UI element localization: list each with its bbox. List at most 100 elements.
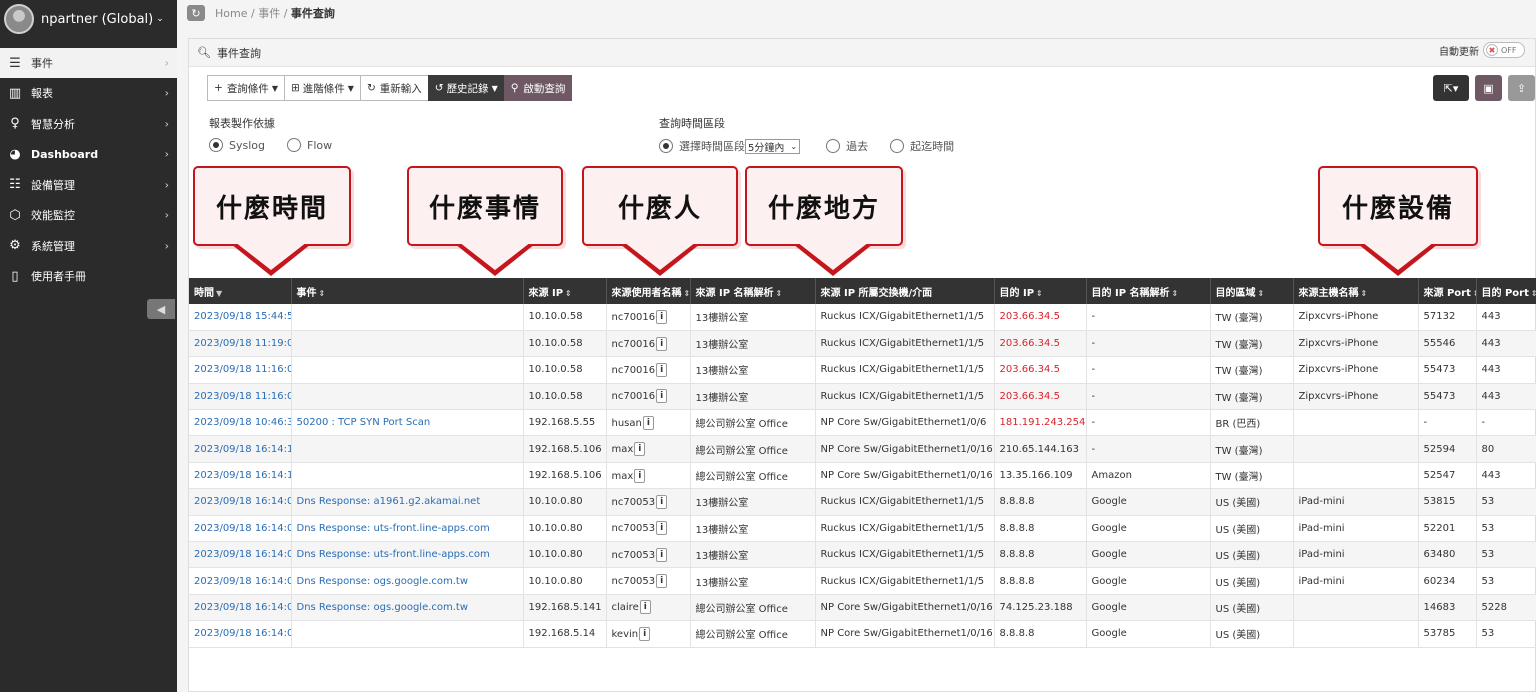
upload-button[interactable]: ⇪ [1508, 75, 1535, 101]
sort-icon[interactable]: ⇕ [776, 289, 783, 298]
table-row[interactable]: 2023/09/18 16:14:09 Dns Response: ogs.goo… [189, 594, 1536, 622]
table-row[interactable]: 2023/09/18 15:44:50 10.10.0.58 nc70016 i 13樓… [189, 304, 1536, 331]
sort-icon[interactable]: ⇕ [1258, 289, 1265, 298]
cell-event[interactable]: Dns Response: uts-front.line-apps.com [291, 541, 524, 569]
reset-button[interactable]: ↻ 重新輸入 [359, 75, 429, 101]
sidebar-item-reports[interactable]: ▥ 報表 › [0, 78, 177, 109]
table-row[interactable]: 2023/09/18 16:14:10 192.168.5.106 max i 總公司辦… [189, 462, 1536, 490]
cell-time[interactable]: 2023/09/18 16:14:09 [189, 594, 292, 622]
column-header-source-user[interactable]: 來源使用者名稱 ⇕ [606, 278, 691, 304]
sidebar-item-manual[interactable]: ▯ 使用者手冊 [0, 261, 177, 292]
radio-flow[interactable] [287, 138, 301, 152]
table-row[interactable]: 2023/09/18 11:16:06 10.10.0.58 nc70016 i 13樓… [189, 356, 1536, 384]
cell-time[interactable]: 2023/09/18 11:19:09 [189, 330, 292, 358]
auto-refresh-toggle[interactable]: ✖ OFF [1483, 42, 1525, 58]
sidebar-item-events[interactable]: ☰ 事件 › [0, 48, 177, 78]
sidebar-item-devices[interactable]: ☷ 設備管理 › [0, 170, 177, 201]
query-condition-button[interactable]: + 查詢條件 ▼ [207, 75, 285, 101]
cell-time[interactable]: 2023/09/18 11:16:06 [189, 356, 292, 384]
table-row[interactable]: 2023/09/18 11:16:01 10.10.0.58 nc70016 i 13樓… [189, 383, 1536, 411]
info-icon[interactable]: i [656, 309, 668, 324]
column-header-time[interactable]: 時間 ▼ [189, 278, 292, 304]
cell-event[interactable]: Dns Response: ogs.google.com.tw [291, 594, 524, 622]
table-row[interactable]: 2023/09/18 10:46:35 50200 : TCP SYN Port … [189, 409, 1536, 437]
report-basis-title: 報表製作依據 [209, 117, 275, 130]
advanced-condition-button[interactable]: ⊞ 進階條件 ▼ [283, 75, 361, 101]
info-icon[interactable]: i [634, 442, 646, 457]
column-header-dest-ip-name[interactable]: 目的 IP 名稱解析 ⇕ [1086, 278, 1211, 304]
cell-source-ip: 192.168.5.106 [523, 435, 607, 463]
column-header-dest-port[interactable]: 目的 Port⇕ [1476, 278, 1536, 304]
info-icon[interactable]: i [639, 600, 651, 615]
cell-time[interactable]: 2023/09/18 16:14:09 [189, 567, 292, 595]
sidebar-item-monitor[interactable]: ⬡ 效能監控 › [0, 200, 177, 231]
cell-time[interactable]: 2023/09/18 16:14:09 [189, 488, 292, 516]
table-row[interactable]: 2023/09/18 16:14:08 192.168.5.14 kevin i 總公司… [189, 620, 1536, 648]
cell-event[interactable]: Dns Response: uts-front.line-apps.com [291, 515, 524, 543]
cell-time[interactable]: 2023/09/18 15:44:50 [189, 304, 292, 331]
info-icon[interactable]: i [656, 521, 668, 536]
column-header-source-switch[interactable]: 來源 IP 所屬交換機/介面 [815, 278, 995, 304]
table-row[interactable]: 2023/09/18 16:14:09 Dns Response: uts-fro… [189, 541, 1536, 569]
cell-event[interactable]: Dns Response: a1961.g2.akamai.net [291, 488, 524, 516]
radio-syslog[interactable] [209, 138, 223, 152]
sort-icon[interactable]: ⇕ [1361, 289, 1368, 298]
breadcrumb-home[interactable]: Home [215, 7, 247, 20]
info-icon[interactable]: i [642, 415, 654, 430]
cell-time[interactable]: 2023/09/18 16:14:10 [189, 462, 292, 490]
table-row[interactable]: 2023/09/18 16:14:10 192.168.5.106 max i 總公司辦… [189, 435, 1536, 463]
history-button[interactable]: ↺ 歷史記錄 ▼ [427, 75, 505, 101]
cell-time[interactable]: 2023/09/18 10:46:35 [189, 409, 292, 437]
info-icon[interactable]: i [639, 626, 651, 641]
radio-select-period[interactable] [659, 139, 673, 153]
sort-icon[interactable]: ⇕ [684, 289, 690, 298]
cell-time[interactable]: 2023/09/18 16:14:09 [189, 541, 292, 569]
cell-time[interactable]: 2023/09/18 16:14:10 [189, 435, 292, 463]
radio-range[interactable] [890, 139, 905, 153]
column-header-event[interactable]: 事件 ⇕ [291, 278, 524, 304]
table-row[interactable]: 2023/09/18 16:14:09 Dns Response: ogs.goo… [189, 567, 1536, 595]
start-query-button[interactable]: ⚲ 啟動查詢 [503, 75, 573, 101]
period-select[interactable]: 5分鐘內 ⌄ [745, 138, 801, 154]
cell-time[interactable]: 2023/09/18 11:16:01 [189, 383, 292, 411]
column-header-source-port[interactable]: 來源 Port⇕ [1418, 278, 1477, 304]
column-header-source-ip[interactable]: 來源 IP ⇕ [523, 278, 607, 304]
cell-dest-port: 5228 [1476, 594, 1536, 622]
cell-time[interactable]: 2023/09/18 16:14:09 [189, 515, 292, 543]
sidebar-item-dashboard[interactable]: ◕ Dashboard › [0, 139, 177, 170]
info-icon[interactable]: i [656, 389, 668, 404]
sort-icon[interactable]: ⇕ [1036, 289, 1043, 298]
cell-text: NP Core Sw/GigabitEthernet1/0/16 [820, 601, 993, 613]
collapse-sidebar-button[interactable]: ◀ [147, 299, 175, 319]
cell-event[interactable]: 50200 : TCP SYN Port Scan [291, 409, 524, 437]
info-icon[interactable]: i [656, 336, 668, 351]
sort-icon[interactable]: ⇕ [1531, 289, 1536, 298]
column-header-source-ip-name[interactable]: 來源 IP 名稱解析 ⇕ [690, 278, 816, 304]
table-row[interactable]: 2023/09/18 16:14:09 Dns Response: a1961.g… [189, 488, 1536, 516]
column-header-dest-region[interactable]: 目的區域 ⇕ [1210, 278, 1294, 304]
refresh-icon[interactable]: ↻ [187, 5, 205, 21]
radio-past[interactable] [826, 139, 841, 153]
sidebar-item-system[interactable]: ⚙ 系統管理 › [0, 231, 177, 262]
sort-icon[interactable]: ⇕ [1172, 289, 1179, 298]
export-button[interactable]: ⇱▾ [1433, 75, 1469, 101]
column-header-dest-ip[interactable]: 目的 IP ⇕ [994, 278, 1087, 304]
info-icon[interactable]: i [634, 468, 646, 483]
sort-desc-icon[interactable]: ▼ [216, 289, 222, 298]
profile-menu[interactable]: npartner (Global) ⌄ [0, 0, 177, 38]
info-icon[interactable]: i [656, 547, 668, 562]
cell-time[interactable]: 2023/09/18 16:14:08 [189, 620, 292, 648]
info-icon[interactable]: i [656, 574, 668, 589]
table-row[interactable]: 2023/09/18 16:14:09 Dns Response: uts-fro… [189, 515, 1536, 543]
info-icon[interactable]: i [656, 362, 668, 377]
table-row[interactable]: 2023/09/18 11:19:09 10.10.0.58 nc70016 i 13樓… [189, 330, 1536, 358]
topbar: ↻ Home / 事件 / 事件查詢 [177, 0, 1536, 26]
sidebar-item-analysis[interactable]: ♀ 智慧分析 › [0, 109, 177, 140]
cell-event[interactable]: Dns Response: ogs.google.com.tw [291, 567, 524, 595]
info-icon[interactable]: i [656, 494, 668, 509]
breadcrumb-section[interactable]: 事件 [258, 7, 280, 20]
sort-icon[interactable]: ⇕ [565, 289, 572, 298]
column-header-source-host[interactable]: 來源主機名稱 ⇕ [1293, 278, 1419, 304]
save-button[interactable]: ▣ [1475, 75, 1502, 101]
sort-icon[interactable]: ⇕ [319, 289, 326, 298]
